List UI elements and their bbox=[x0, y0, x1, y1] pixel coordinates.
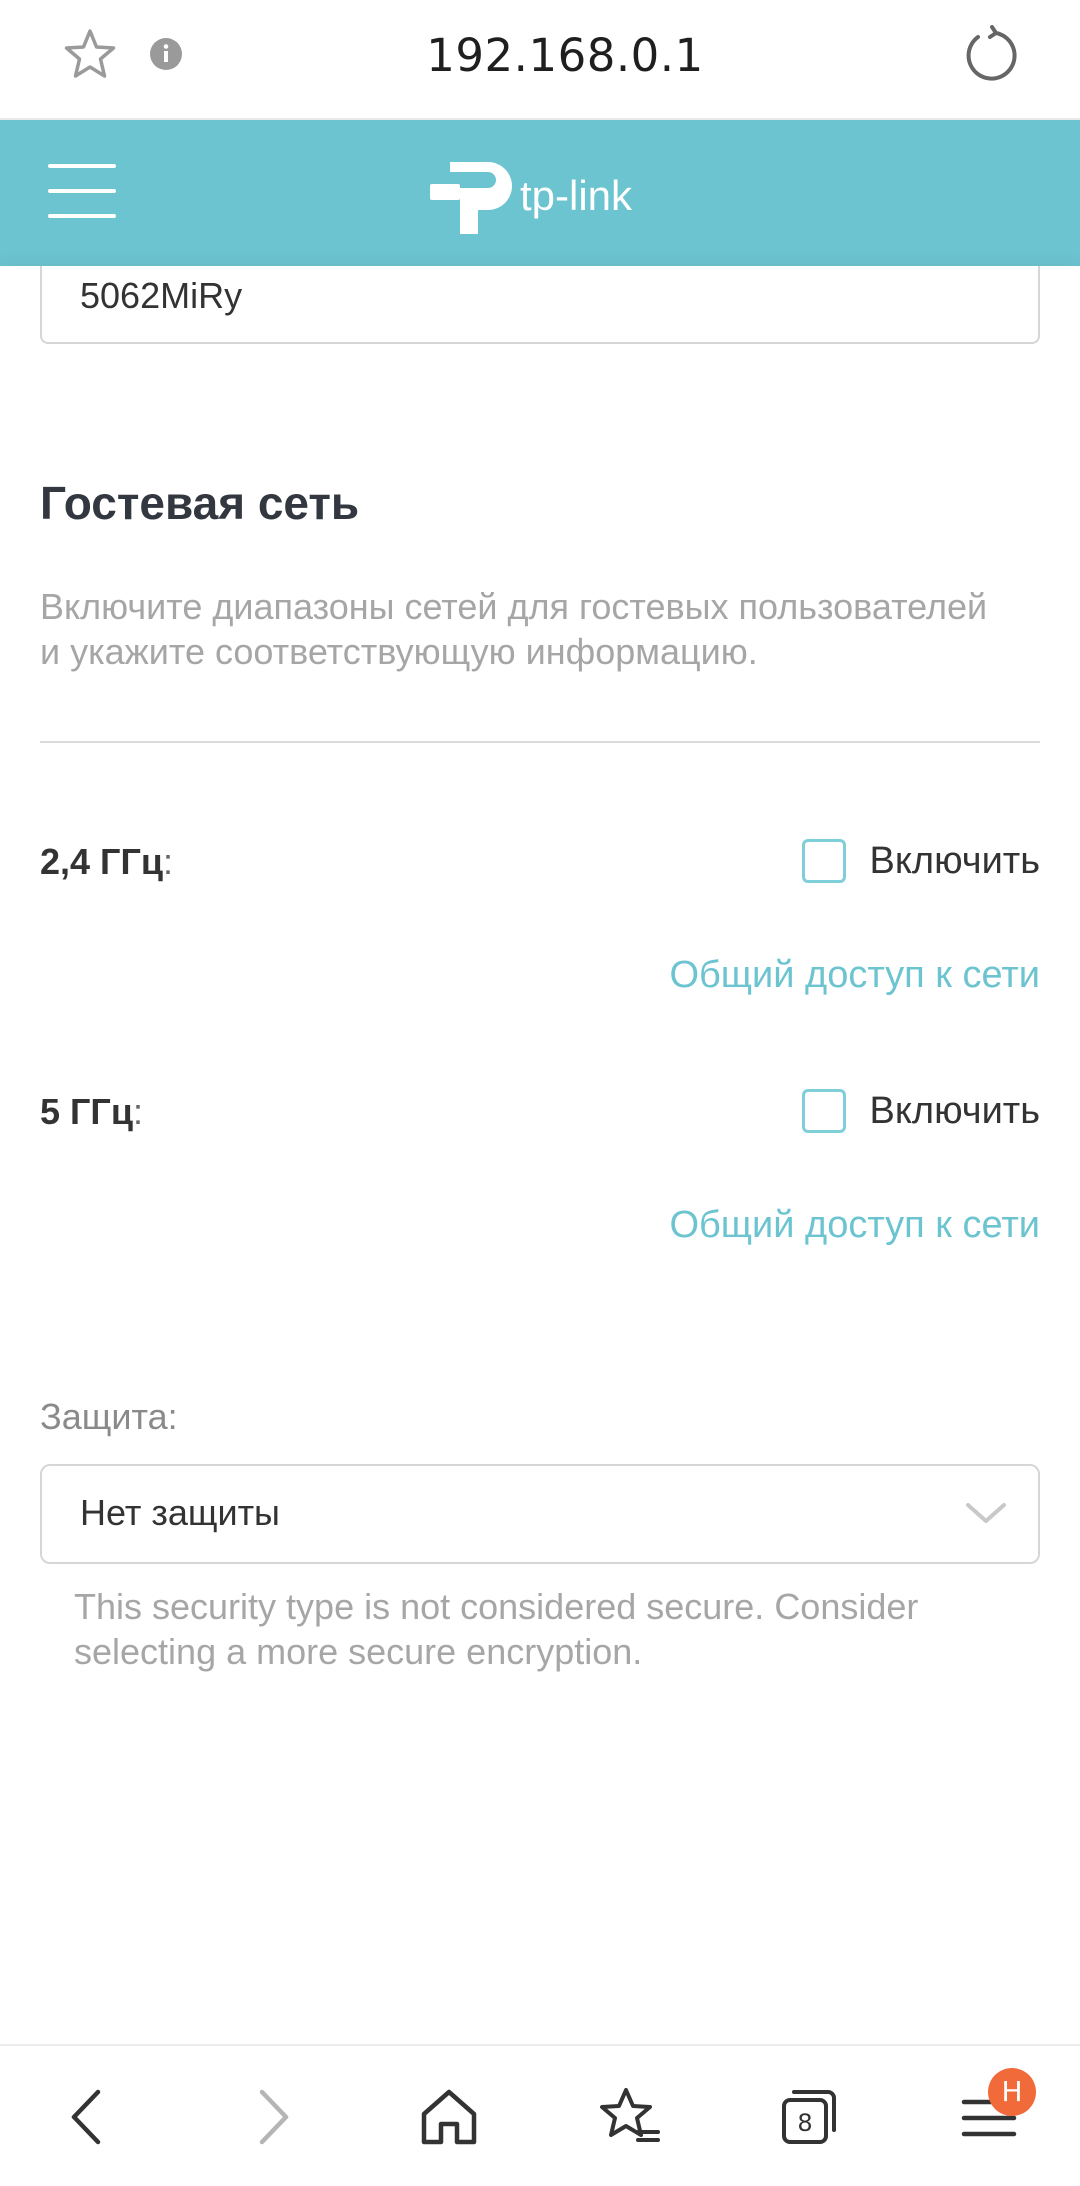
chevron-down-icon bbox=[966, 1503, 1006, 1523]
menu-badge: H bbox=[988, 2068, 1036, 2116]
band-5-checkbox[interactable] bbox=[801, 1089, 846, 1133]
home-icon[interactable] bbox=[414, 2082, 484, 2152]
reload-icon[interactable] bbox=[960, 25, 1020, 85]
band-24-checkbox[interactable] bbox=[801, 839, 846, 883]
ssid-input[interactable]: 5062MiRy bbox=[40, 266, 1040, 344]
band-24-text: 2,4 ГГц bbox=[40, 841, 163, 882]
page: 192.168.0.1 tp-link 5062MiRy Гостевая се… bbox=[0, 0, 1080, 2186]
tp-link-logo: tp-link bbox=[430, 162, 633, 234]
band-5-enable[interactable]: Включить bbox=[801, 1086, 1040, 1136]
band-24-share-link[interactable]: Общий доступ к сети bbox=[669, 954, 1040, 997]
menu-icon[interactable] bbox=[48, 164, 116, 222]
tabs-icon[interactable]: 8 bbox=[774, 2082, 844, 2152]
band-5-colon: : bbox=[132, 1091, 143, 1132]
url-text[interactable]: 192.168.0.1 bbox=[340, 26, 790, 86]
guest-network-description: Включите диапазоны сетей для гостевых по… bbox=[40, 586, 988, 672]
browser-bottom-nav: 8 H bbox=[0, 2044, 1080, 2186]
band-24-label: 2,4 ГГц: bbox=[40, 841, 173, 883]
star-icon[interactable] bbox=[60, 25, 120, 85]
band-5-text: 5 ГГц bbox=[40, 1091, 133, 1132]
info-icon[interactable] bbox=[149, 37, 183, 71]
band-5-share-link[interactable]: Общий доступ к сети bbox=[669, 1204, 1040, 1247]
router-header: tp-link bbox=[0, 120, 1080, 266]
security-select[interactable]: Нет защиты bbox=[40, 1464, 1040, 1564]
bookmarks-icon[interactable] bbox=[594, 2082, 664, 2152]
band-24-enable[interactable]: Включить bbox=[801, 836, 1040, 886]
band-24-enable-label: Включить bbox=[869, 839, 1040, 882]
browser-address-bar: 192.168.0.1 bbox=[0, 0, 1080, 120]
band-5-label: 5 ГГц: bbox=[40, 1091, 143, 1133]
security-label: Защита: bbox=[40, 1396, 178, 1437]
security-select-value: Нет защиты bbox=[80, 1492, 280, 1533]
forward-icon[interactable] bbox=[238, 2082, 308, 2152]
divider bbox=[40, 741, 1040, 743]
security-hint: This security type is not considered sec… bbox=[74, 1586, 919, 1672]
guest-network-title: Гостевая сеть bbox=[40, 477, 360, 529]
back-icon[interactable] bbox=[52, 2082, 122, 2152]
band-24-colon: : bbox=[163, 841, 174, 882]
tabs-count: 8 bbox=[797, 2109, 812, 2137]
brand-text: tp-link bbox=[520, 172, 633, 219]
band-5-enable-label: Включить bbox=[869, 1089, 1040, 1132]
content-card: 5062MiRy Гостевая сеть Включите диапазон… bbox=[0, 266, 1080, 2044]
